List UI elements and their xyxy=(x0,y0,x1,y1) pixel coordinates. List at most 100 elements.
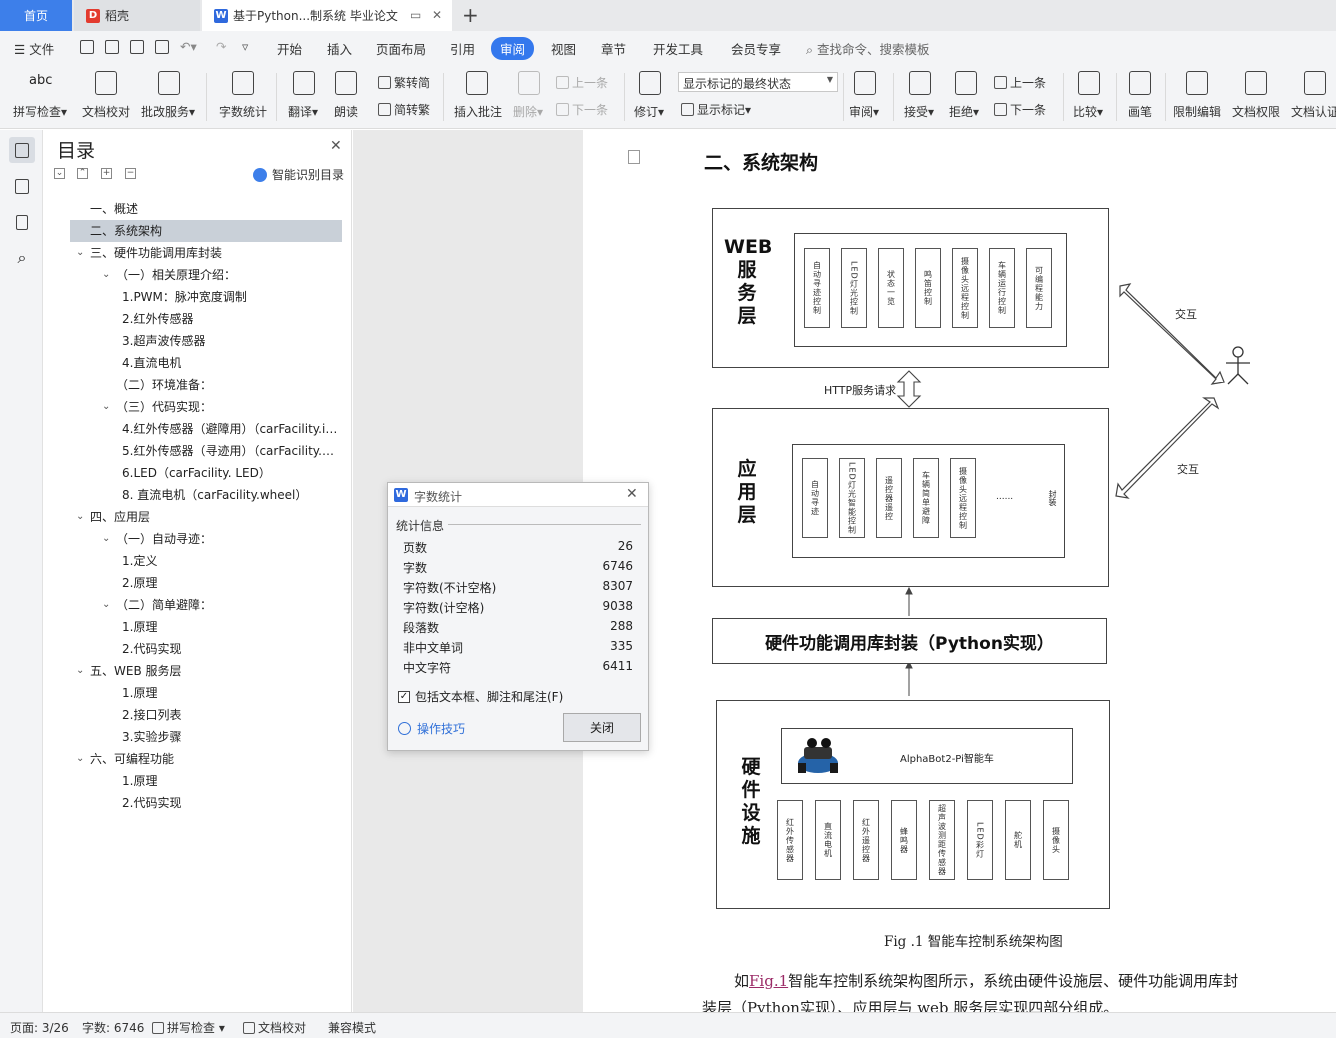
chevron-down-icon[interactable]: ⌄ xyxy=(102,396,110,418)
rail-search-button[interactable]: ⌕ xyxy=(9,245,35,271)
toc-item[interactable]: 二、系统架构 xyxy=(70,220,342,242)
review-pane-button[interactable]: 审阅▾ xyxy=(849,103,879,120)
toc-item[interactable]: ⌄ 三、硬件功能调用库封装 xyxy=(70,242,342,264)
toc-item[interactable]: ⌄ （二）简单避障： xyxy=(70,594,342,616)
rail-toc-button[interactable] xyxy=(9,137,35,163)
toc-item[interactable]: 2.红外传感器 xyxy=(70,308,342,330)
word-count-button[interactable]: 字数统计 xyxy=(219,103,267,120)
revise-button[interactable]: 修订▾ xyxy=(634,103,664,120)
include-textbox-checkbox[interactable]: ✓ 包括文本框、脚注和尾注(F) xyxy=(398,688,563,705)
export-pdf-icon[interactable] xyxy=(105,40,119,54)
toc-item[interactable]: 1.PWM：脉冲宽度调制 xyxy=(70,286,342,308)
toc-item[interactable]: ⌄ 六、可编程功能 xyxy=(70,748,342,770)
menu-review[interactable]: 审阅 xyxy=(491,37,535,60)
prev-comment-button[interactable]: 上一条 xyxy=(556,74,608,91)
toc-item[interactable]: 6.LED（carFacility. LED） xyxy=(70,462,342,484)
toc-item[interactable]: 1.原理 xyxy=(70,616,342,638)
menu-page-layout[interactable]: 页面布局 xyxy=(376,39,426,58)
window-icon[interactable]: ▭ xyxy=(410,8,421,22)
save-icon[interactable] xyxy=(80,40,94,54)
remove-heading-icon[interactable]: − xyxy=(125,168,136,179)
rail-bookmark-button[interactable] xyxy=(9,209,35,235)
spell-check-button[interactable]: 拼写检查▾ xyxy=(13,103,67,120)
read-aloud-button[interactable]: 朗读 xyxy=(334,103,358,120)
chevron-down-icon[interactable]: ⌄ xyxy=(76,660,84,682)
toc-item[interactable]: 2.代码实现 xyxy=(70,792,342,814)
close-icon[interactable]: ✕ xyxy=(626,486,638,502)
menu-developer[interactable]: 开发工具 xyxy=(653,39,703,58)
chevron-down-icon[interactable]: ⌄ xyxy=(76,242,84,264)
document-page[interactable]: 二、系统架构 WEB 服 务 层 自动寻迹控制 LED灯光控制 状态一览 鸣笛控制 摄像… xyxy=(584,130,1336,1012)
menu-start[interactable]: 开始 xyxy=(277,39,302,58)
toc-item[interactable]: ⌄ （一）相关原理介绍： xyxy=(70,264,342,286)
status-doc-check[interactable]: 文档校对 xyxy=(243,1019,306,1036)
chevron-down-icon[interactable]: ⌄ xyxy=(102,264,110,286)
toc-item[interactable]: （二）环境准备： xyxy=(70,374,342,396)
print-preview-icon[interactable] xyxy=(155,40,169,54)
smart-toc-button[interactable]: 智能识别目录 xyxy=(253,166,344,183)
doc-check-button[interactable]: 文档校对 xyxy=(82,103,130,120)
chevron-down-icon[interactable]: ⌄ xyxy=(102,528,110,550)
toc-item[interactable]: ⌄ （一）自动寻迹： xyxy=(70,528,342,550)
toc-item[interactable]: 一、概述 xyxy=(70,198,342,220)
search-command[interactable]: ⌕ 查找命令、搜索模板 xyxy=(806,39,930,58)
toc-item[interactable]: ⌄ （三）代码实现： xyxy=(70,396,342,418)
add-heading-icon[interactable]: + xyxy=(101,168,112,179)
translate-button[interactable]: 翻译▾ xyxy=(288,103,318,120)
reject-button[interactable]: 拒绝▾ xyxy=(949,103,979,120)
toc-item[interactable]: ⌄ 四、应用层 xyxy=(70,506,342,528)
restrict-edit-button[interactable]: 限制编辑 xyxy=(1173,103,1221,120)
toc-item[interactable]: 1.定义 xyxy=(70,550,342,572)
undo-icon[interactable]: ↶▾ xyxy=(180,39,197,54)
tab-daoke[interactable]: D 稻壳 xyxy=(74,0,200,31)
expand-all-icon[interactable]: ⌃ xyxy=(77,168,88,179)
show-markup-button[interactable]: 显示标记▾ xyxy=(681,101,751,118)
menu-member[interactable]: 会员专享 xyxy=(731,39,781,58)
menu-insert[interactable]: 插入 xyxy=(327,39,352,58)
figure-link[interactable]: Fig.1 xyxy=(749,972,788,990)
next-change-button[interactable]: 下一条 xyxy=(994,101,1046,118)
file-menu[interactable]: ☰ 文件 xyxy=(14,39,54,58)
pen-button[interactable]: 画笔 xyxy=(1128,103,1152,120)
toc-item[interactable]: 4.红外传感器（避障用）（carFacility.infrared） xyxy=(70,418,342,440)
close-tab-icon[interactable]: ✕ xyxy=(432,8,442,22)
close-icon[interactable]: ✕ xyxy=(330,138,342,154)
annotate-service-button[interactable]: 批改服务▾ xyxy=(141,103,195,120)
menu-references[interactable]: 引用 xyxy=(450,39,475,58)
trad-to-simp-button[interactable]: 繁转简 xyxy=(378,74,430,91)
toc-item[interactable]: 1.原理 xyxy=(70,770,342,792)
close-button[interactable]: 关闭 xyxy=(563,713,641,742)
toc-item[interactable]: ⌄ 五、WEB 服务层 xyxy=(70,660,342,682)
accept-button[interactable]: 接受▾ xyxy=(904,103,934,120)
toc-item[interactable]: 2.原理 xyxy=(70,572,342,594)
toc-item[interactable]: 2.代码实现 xyxy=(70,638,342,660)
word-count-indicator[interactable]: 字数: 6746 xyxy=(82,1019,144,1036)
prev-change-button[interactable]: 上一条 xyxy=(994,74,1046,91)
customize-quick-access-icon[interactable]: ▿ xyxy=(242,39,248,54)
menu-chapter[interactable]: 章节 xyxy=(601,39,626,58)
toc-item[interactable]: 8. 直流电机（carFacility.wheel） xyxy=(70,484,342,506)
page-marker-icon[interactable] xyxy=(628,150,640,164)
toc-item[interactable]: 3.实验步骤 xyxy=(70,726,342,748)
toc-item[interactable]: 5.红外传感器（寻迹用）（carFacility.tracking） xyxy=(70,440,342,462)
doc-permission-button[interactable]: 文档权限 xyxy=(1232,103,1280,120)
collapse-all-icon[interactable]: ⌄ xyxy=(54,168,65,179)
tips-link[interactable]: 操作技巧 xyxy=(398,720,465,737)
rail-structure-button[interactable] xyxy=(9,173,35,199)
doc-auth-button[interactable]: 文档认证 xyxy=(1291,103,1336,120)
dialog-titlebar[interactable]: W 字数统计 ✕ xyxy=(388,483,648,507)
delete-comment-button[interactable]: 删除▾ xyxy=(513,103,543,120)
redo-icon[interactable]: ↷ xyxy=(216,39,226,54)
new-tab-button[interactable]: + xyxy=(462,3,479,27)
simp-to-trad-button[interactable]: 简转繁 xyxy=(378,101,430,118)
page-indicator[interactable]: 页面: 3/26 xyxy=(10,1019,69,1036)
toc-item[interactable]: 2.接口列表 xyxy=(70,704,342,726)
chevron-down-icon[interactable]: ⌄ xyxy=(76,748,84,770)
toc-item[interactable]: 1.原理 xyxy=(70,682,342,704)
toc-item[interactable]: 3.超声波传感器 xyxy=(70,330,342,352)
insert-comment-button[interactable]: 插入批注 xyxy=(454,103,502,120)
print-icon[interactable] xyxy=(130,40,144,54)
chevron-down-icon[interactable]: ⌄ xyxy=(102,594,110,616)
tab-home[interactable]: 首页 xyxy=(0,0,72,31)
toc-item[interactable]: 4.直流电机 xyxy=(70,352,342,374)
